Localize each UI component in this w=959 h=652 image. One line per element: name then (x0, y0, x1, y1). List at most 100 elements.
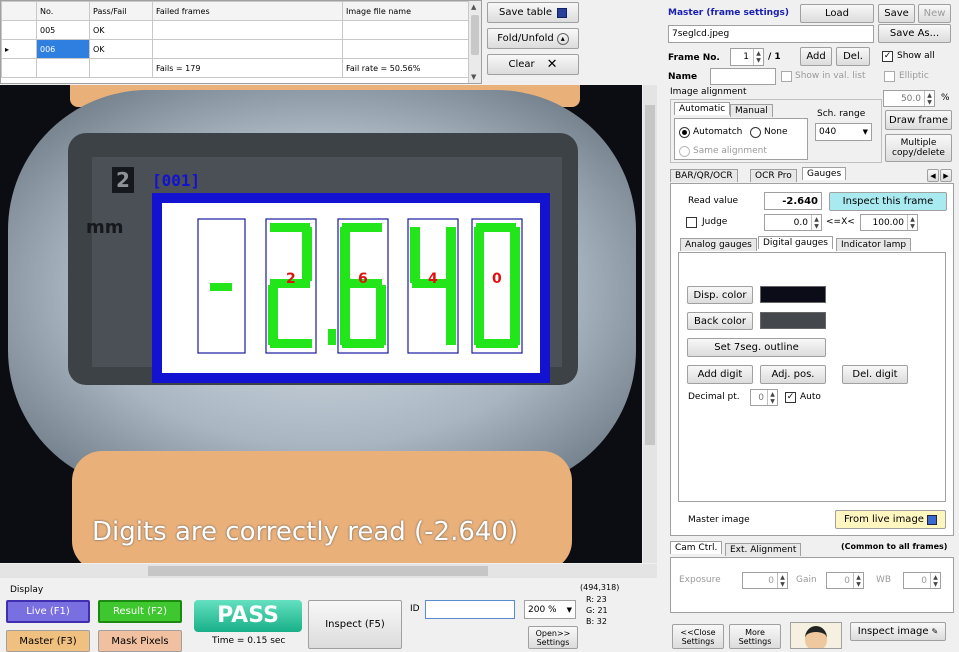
table-row[interactable]: 005 OK (1, 20, 469, 40)
spin-arrows-icon[interactable]: ▲ ▼ (777, 573, 787, 588)
zoom-percent-stepper[interactable]: 50.0 ▲ ▼ (883, 90, 935, 107)
scroll-up-arrow-icon[interactable]: ▲ (471, 3, 476, 11)
multiple-copy-delete-button[interactable]: Multiple copy/delete (885, 134, 952, 162)
elliptic-checkbox[interactable] (884, 71, 895, 82)
master-file-name[interactable]: 7seglcd.jpeg (668, 25, 874, 43)
judge-checkbox[interactable] (686, 217, 697, 228)
row-marker-cell (1, 20, 37, 40)
viewer-vertical-scrollbar[interactable] (643, 85, 657, 563)
spin-arrows-icon[interactable]: ▲ ▼ (930, 573, 940, 588)
back-color-swatch[interactable] (760, 312, 826, 329)
cell-no-selected[interactable]: 006 (36, 39, 90, 59)
disp-color-swatch[interactable] (760, 286, 826, 303)
disp-color-button[interactable]: Disp. color (687, 286, 753, 304)
tab-gauges[interactable]: Gauges (802, 167, 847, 180)
adj-pos-button[interactable]: Adj. pos. (760, 365, 826, 384)
tab-bar-qr-ocr[interactable]: BAR/QR/OCR (670, 169, 738, 182)
spin-arrows-icon[interactable]: ▲ ▼ (907, 215, 917, 230)
fail-rate-summary: Fail rate = 50.56% (342, 58, 469, 78)
add-digit-button[interactable]: Add digit (687, 365, 753, 384)
back-color-button[interactable]: Back color (687, 312, 753, 330)
open-settings-button[interactable]: Open>> Settings (528, 626, 578, 649)
gain-stepper[interactable]: 0 ▲ ▼ (826, 572, 864, 589)
save-table-button[interactable]: Save table (487, 2, 579, 23)
add-digit-label: Add digit (697, 369, 743, 380)
show-all-checkbox[interactable]: ✓ (882, 51, 893, 62)
sch-range-select[interactable]: 040 ▼ (815, 123, 872, 141)
col-header-pass-fail[interactable]: Pass/Fail (89, 1, 153, 21)
tab-digital-gauges[interactable]: Digital gauges (758, 236, 833, 249)
draw-frame-button[interactable]: Draw frame (885, 110, 952, 130)
spin-arrows-icon[interactable]: ▲ ▼ (767, 390, 777, 405)
tab-scroll-left-icon[interactable]: ◀ (927, 169, 939, 182)
del-digit-button[interactable]: Del. digit (842, 365, 908, 384)
set-7seg-outline-button[interactable]: Set 7seg. outline (687, 338, 826, 357)
table-row[interactable]: ▸ 006 OK (1, 39, 469, 59)
col-header-failed-frames[interactable]: Failed frames (152, 1, 343, 21)
inspection-frame[interactable]: 2 6 4 0 (152, 193, 550, 383)
cell-image-file[interactable] (342, 39, 469, 59)
spin-arrows-icon[interactable]: ▲ ▼ (853, 573, 863, 588)
save-as-button[interactable]: Save As... (878, 24, 951, 43)
exposure-stepper[interactable]: 0 ▲ ▼ (742, 572, 788, 589)
col-header-image-file[interactable]: Image file name (342, 1, 469, 21)
result-f2-button[interactable]: Result (F2) (98, 600, 182, 623)
horizontal-scroll-thumb[interactable] (148, 566, 488, 576)
tab-manual[interactable]: Manual (730, 104, 773, 117)
cell-no[interactable]: 005 (36, 20, 90, 40)
tab-scroll-right-icon[interactable]: ▶ (940, 169, 952, 182)
id-input[interactable] (425, 600, 515, 619)
tab-analog-gauges[interactable]: Analog gauges (680, 238, 757, 251)
delete-frame-button[interactable]: Del. (836, 47, 870, 66)
avatar[interactable] (790, 622, 842, 649)
close-settings-button[interactable]: <<Close Settings (672, 624, 724, 649)
save-button[interactable]: Save (878, 4, 915, 23)
fails-summary: Fails = 179 (152, 58, 343, 78)
cell-pass-fail[interactable]: OK (89, 20, 153, 40)
judge-low-stepper[interactable]: 0.0 ▲ ▼ (764, 214, 822, 231)
decimal-pt-stepper[interactable]: 0 ▲ ▼ (750, 389, 778, 406)
inspect-image-button[interactable]: Inspect image ✎ (850, 622, 946, 641)
inspect-f5-button[interactable]: Inspect (F5) (308, 600, 402, 649)
scroll-down-arrow-icon[interactable]: ▼ (471, 73, 476, 81)
judge-high-stepper[interactable]: 100.00 ▲ ▼ (860, 214, 918, 231)
frame-no-stepper[interactable]: 1 ▲ ▼ (730, 48, 764, 66)
load-button[interactable]: Load (800, 4, 874, 23)
vertical-scroll-thumb[interactable] (645, 105, 655, 445)
fold-unfold-button[interactable]: Fold/Unfold ▴ (487, 28, 579, 49)
col-header-no[interactable]: No. (36, 1, 90, 21)
inspect-this-frame-button[interactable]: Inspect this frame (829, 192, 947, 211)
tab-indicator-lamp[interactable]: Indicator lamp (836, 238, 912, 251)
spin-arrows-icon[interactable]: ▲ ▼ (924, 91, 934, 106)
cell-failed-frames[interactable] (152, 20, 343, 40)
cell-failed-frames[interactable] (152, 39, 343, 59)
zoom-select[interactable]: 200 % ▼ (524, 600, 576, 619)
add-frame-button[interactable]: Add (800, 47, 832, 66)
frame-name-input[interactable] (710, 68, 776, 85)
spin-arrows-icon[interactable]: ▲ ▼ (811, 215, 821, 230)
clear-button[interactable]: Clear ✕ (487, 54, 579, 75)
tab-ext-alignment[interactable]: Ext. Alignment (725, 543, 802, 556)
from-live-image-button[interactable]: From live image (835, 510, 946, 529)
viewer-horizontal-scrollbar[interactable] (0, 564, 657, 578)
image-viewer[interactable]: 2 mm [001] 2 6 4 0 Digits are correctly … (0, 85, 642, 563)
tab-automatic[interactable]: Automatic (674, 102, 731, 115)
same-alignment-radio[interactable] (679, 146, 690, 157)
auto-checkbox[interactable]: ✓ (785, 392, 796, 403)
cell-pass-fail[interactable]: OK (89, 39, 153, 59)
save-as-label: Save As... (889, 28, 940, 39)
tab-cam-ctrl[interactable]: Cam Ctrl. (670, 541, 723, 554)
tab-ocr-pro[interactable]: OCR Pro (750, 169, 797, 182)
cell-image-file[interactable] (342, 20, 469, 40)
wb-stepper[interactable]: 0 ▲ ▼ (903, 572, 941, 589)
table-scrollbar[interactable]: ▲ ▼ (468, 1, 481, 83)
live-f1-button[interactable]: Live (F1) (6, 600, 90, 623)
none-radio[interactable] (750, 127, 761, 138)
spin-arrows-icon[interactable]: ▲ ▼ (753, 49, 763, 65)
scroll-thumb[interactable] (471, 15, 479, 55)
more-settings-button[interactable]: More Settings (729, 624, 781, 649)
automatch-radio[interactable] (679, 127, 690, 138)
show-in-val-list-checkbox[interactable] (781, 71, 792, 82)
new-button[interactable]: New (918, 4, 951, 23)
wb-label: WB (876, 575, 892, 585)
